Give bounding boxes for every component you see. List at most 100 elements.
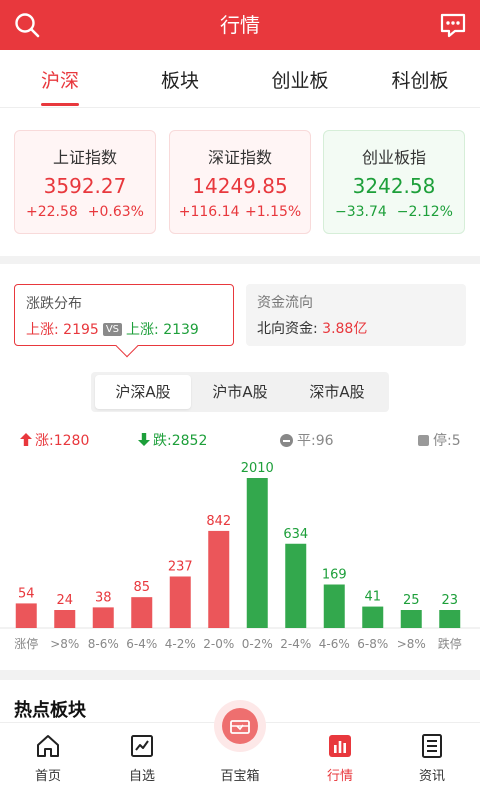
legend-down-text: 跌:2852 [153, 433, 208, 449]
index-change-percent: +0.63% [87, 204, 144, 220]
index-name: 上证指数 [52, 148, 117, 167]
index-change: −33.74 −2.12% [324, 204, 464, 220]
nav-market-label: 行情 [326, 769, 353, 784]
message-icon[interactable] [438, 10, 468, 40]
chart-bar [131, 597, 153, 628]
northbound-value: 3.88亿 [322, 321, 368, 337]
index-value: 3592.27 [43, 174, 127, 198]
fund-flow-label: 资金流向 [257, 295, 313, 311]
index-card-chinext[interactable]: 创业板指 3242.58 −33.74 −2.12% [323, 130, 465, 234]
arrow-down-icon [138, 433, 150, 446]
chart-bar [362, 606, 384, 628]
chart-bar [15, 603, 37, 628]
legend-flat-text: 平:96 [297, 433, 334, 449]
chart-bar [323, 584, 345, 628]
chart-category-label: 0-2% [242, 637, 273, 651]
chart-category-label: 4-2% [165, 637, 196, 651]
nav-news-label: 资讯 [418, 769, 445, 784]
nav-news[interactable]: 资讯 [384, 723, 480, 800]
nav-market[interactable]: 行情 [292, 723, 388, 800]
chart-category-label: 2-0% [203, 637, 234, 651]
chart-category-label: >8% [50, 637, 79, 651]
chart-category-label: >8% [397, 637, 426, 651]
index-value: 3242.58 [352, 174, 436, 198]
distribution-label: 涨跌分布 [26, 296, 82, 312]
nav-watchlist-label: 自选 [128, 769, 155, 784]
chart-bar [400, 610, 422, 628]
chart-category-label: 4-6% [319, 637, 350, 651]
page-title: 行情 [220, 13, 260, 37]
tab-sectors[interactable]: 板块 [120, 50, 240, 108]
distribution-bar-chart: 54 涨停 24 >8% 38 8-6% 85 6-4% 237 4-2% 842 2-0% 2010 0… [0, 461, 480, 651]
index-change: +22.58 +0.63% [15, 204, 155, 220]
segment-all-a-shares[interactable]: 沪深A股 [95, 375, 191, 409]
fund-flow-card[interactable]: 资金流向 北向资金: 3.88亿 [246, 284, 466, 346]
chart-data-label: 85 [133, 580, 150, 595]
chart-data-label: 2010 [241, 461, 274, 476]
chart-bar [54, 610, 76, 628]
chart-bar [208, 530, 230, 628]
index-change-points: +116.14 [178, 204, 240, 220]
legend-flat: 平:96 [280, 430, 334, 450]
home-icon [37, 735, 59, 757]
nav-watchlist[interactable]: 自选 [94, 723, 190, 800]
chart-data-label: 24 [56, 593, 73, 608]
app-header: 行情 [0, 0, 480, 50]
index-change-percent: +1.15% [245, 204, 302, 220]
index-change-points: +22.58 [25, 204, 78, 220]
nav-home-label: 首页 [34, 769, 61, 784]
rise-fall-distribution-card[interactable]: 涨跌分布 上涨: 2195 VS 上涨: 2139 [14, 284, 234, 358]
chart-data-label: 842 [206, 514, 231, 529]
vs-badge: VS [102, 323, 123, 336]
index-value: 14249.85 [192, 174, 288, 198]
gift-box-icon [230, 720, 250, 734]
hot-sectors-title: 热点板块 [14, 700, 86, 721]
index-name: 深证指数 [207, 148, 272, 167]
chart-category-label: 6-8% [357, 637, 388, 651]
chart-data-label: 41 [364, 590, 381, 605]
segment-shanghai-a-shares[interactable]: 沪市A股 [192, 375, 288, 409]
arrow-up-icon [20, 433, 32, 446]
chart-data-label: 38 [95, 590, 112, 605]
chart-bar [246, 478, 268, 628]
legend-up: 涨:1280 [20, 430, 89, 450]
chart-category-label: 6-4% [126, 637, 157, 651]
chart-data-label: 54 [18, 586, 35, 601]
index-change: +116.14 +1.15% [170, 204, 310, 220]
northbound-funds: 北向资金: 3.88亿 [257, 318, 367, 338]
treasure-icon-inner [222, 708, 258, 744]
segment-shenzhen-a-shares[interactable]: 深市A股 [289, 375, 385, 409]
shanghai-rise-label: 上涨: [26, 322, 64, 338]
tab-chinext[interactable]: 创业板 [240, 50, 360, 108]
tab-star-market[interactable]: 科创板 [360, 50, 480, 108]
legend-halt-text: 停:5 [433, 433, 461, 449]
treasure-icon[interactable] [214, 700, 266, 752]
halt-icon [418, 435, 429, 446]
chart-category-label: 2-4% [280, 637, 311, 651]
legend-halt: 停:5 [418, 430, 461, 450]
chart-data-label: 23 [441, 593, 458, 608]
shanghai-rise-count: 2195 [63, 322, 99, 338]
tab-shenzhen-shanghai[interactable]: 沪深 [0, 50, 120, 108]
northbound-label: 北向资金: [257, 321, 323, 337]
chart-data-label: 25 [403, 593, 420, 608]
distribution-panel: 涨跌分布 上涨: 2195 VS 上涨: 2139 资金流向 北向资金: 3.88亿… [0, 264, 480, 670]
chart-bar [285, 543, 307, 628]
chart-data-label: 237 [168, 559, 193, 574]
shenzhen-rise-count: 2139 [163, 322, 199, 338]
distribution-summary: 上涨: 2195 VS 上涨: 2139 [26, 319, 199, 339]
nav-treasure-label: 百宝箱 [220, 769, 260, 784]
index-change-percent: −2.12% [396, 204, 453, 220]
index-card-shenzhen[interactable]: 深证指数 14249.85 +116.14 +1.15% [169, 130, 311, 234]
chart-bar [169, 576, 191, 628]
chart-data-label: 169 [322, 568, 347, 583]
market-tabs: 沪深 板块 创业板 科创板 [0, 50, 480, 108]
chart-legend: 涨:1280 跌:2852 平:96 停:5 [0, 430, 480, 450]
market-icon [329, 735, 351, 757]
shenzhen-rise-label: 上涨: [126, 322, 164, 338]
news-icon [422, 734, 442, 758]
nav-home[interactable]: 首页 [0, 723, 96, 800]
index-card-shanghai[interactable]: 上证指数 3592.27 +22.58 +0.63% [14, 130, 156, 234]
index-name: 创业板指 [361, 148, 426, 167]
index-change-points: −33.74 [334, 204, 387, 220]
